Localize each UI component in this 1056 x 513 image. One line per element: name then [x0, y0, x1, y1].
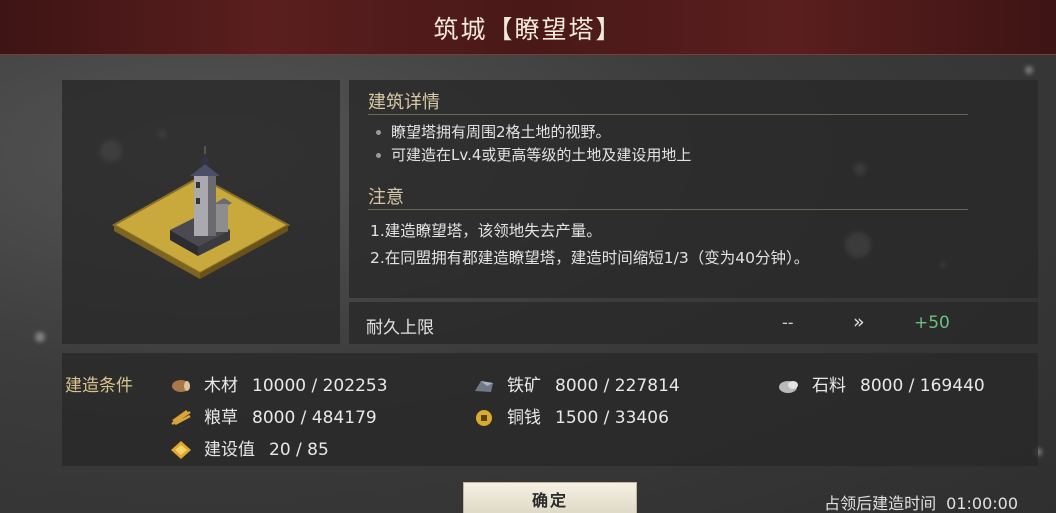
build-time-value: 01:00:00 [946, 494, 1018, 513]
dialog-title: 筑城【瞭望塔】 [433, 15, 623, 44]
detail-bullet: 瞭望塔拥有周围2格土地的视野。 [376, 121, 611, 142]
stone-icon [778, 377, 800, 395]
watchtower-illustration [111, 146, 291, 279]
resource-wood: 木材 10000 / 202253 [170, 371, 388, 396]
durability-next: +50 [914, 313, 950, 333]
bullet-dot-icon [376, 153, 381, 158]
building-preview-panel [62, 80, 340, 344]
construction-icon [170, 441, 192, 459]
snow-particle [35, 332, 45, 342]
build-time-label: 占领后建造时间 [824, 494, 937, 513]
confirm-button[interactable]: 确定 [463, 482, 637, 513]
bullet-dot-icon [376, 130, 381, 135]
snow-particle [1025, 66, 1033, 74]
iron-icon [473, 377, 495, 395]
details-heading: 建筑详情 [368, 92, 440, 113]
resource-grain: 粮草 8000 / 484179 [170, 403, 377, 428]
divider [368, 209, 968, 210]
notice-heading: 注意 [368, 187, 404, 208]
notice-line: 2.在同盟拥有郡建造瞭望塔，建造时间缩短1/3（变为40分钟）。 [370, 249, 810, 267]
durability-arrow-icon: » [853, 311, 865, 333]
resource-copper-coin: 铜钱 1500 / 33406 [473, 403, 669, 428]
build-watchtower-dialog: 筑城【瞭望塔】 建筑详情 瞭望塔拥有周围2格土地的视野。 可建造在Lv.4或更高… [0, 0, 1056, 513]
divider [368, 114, 968, 115]
grain-icon [170, 409, 192, 427]
resource-iron: 铁矿 8000 / 227814 [473, 371, 680, 396]
title-bar: 筑城【瞭望塔】 [0, 0, 1056, 55]
resource-stone: 石料 8000 / 169440 [778, 371, 985, 396]
durability-label: 耐久上限 [366, 318, 434, 338]
wood-icon [170, 377, 192, 395]
coin-icon [473, 409, 495, 427]
detail-bullet: 可建造在Lv.4或更高等级的土地及建设用地上 [376, 144, 691, 165]
durability-current: -- [782, 313, 794, 332]
build-time: 占领后建造时间 01:00:00 [824, 490, 1018, 513]
conditions-label: 建造条件 [65, 376, 133, 396]
resource-construction: 建设值 20 / 85 [170, 435, 329, 460]
notice-line: 1.建造瞭望塔，该领地失去产量。 [370, 222, 602, 240]
